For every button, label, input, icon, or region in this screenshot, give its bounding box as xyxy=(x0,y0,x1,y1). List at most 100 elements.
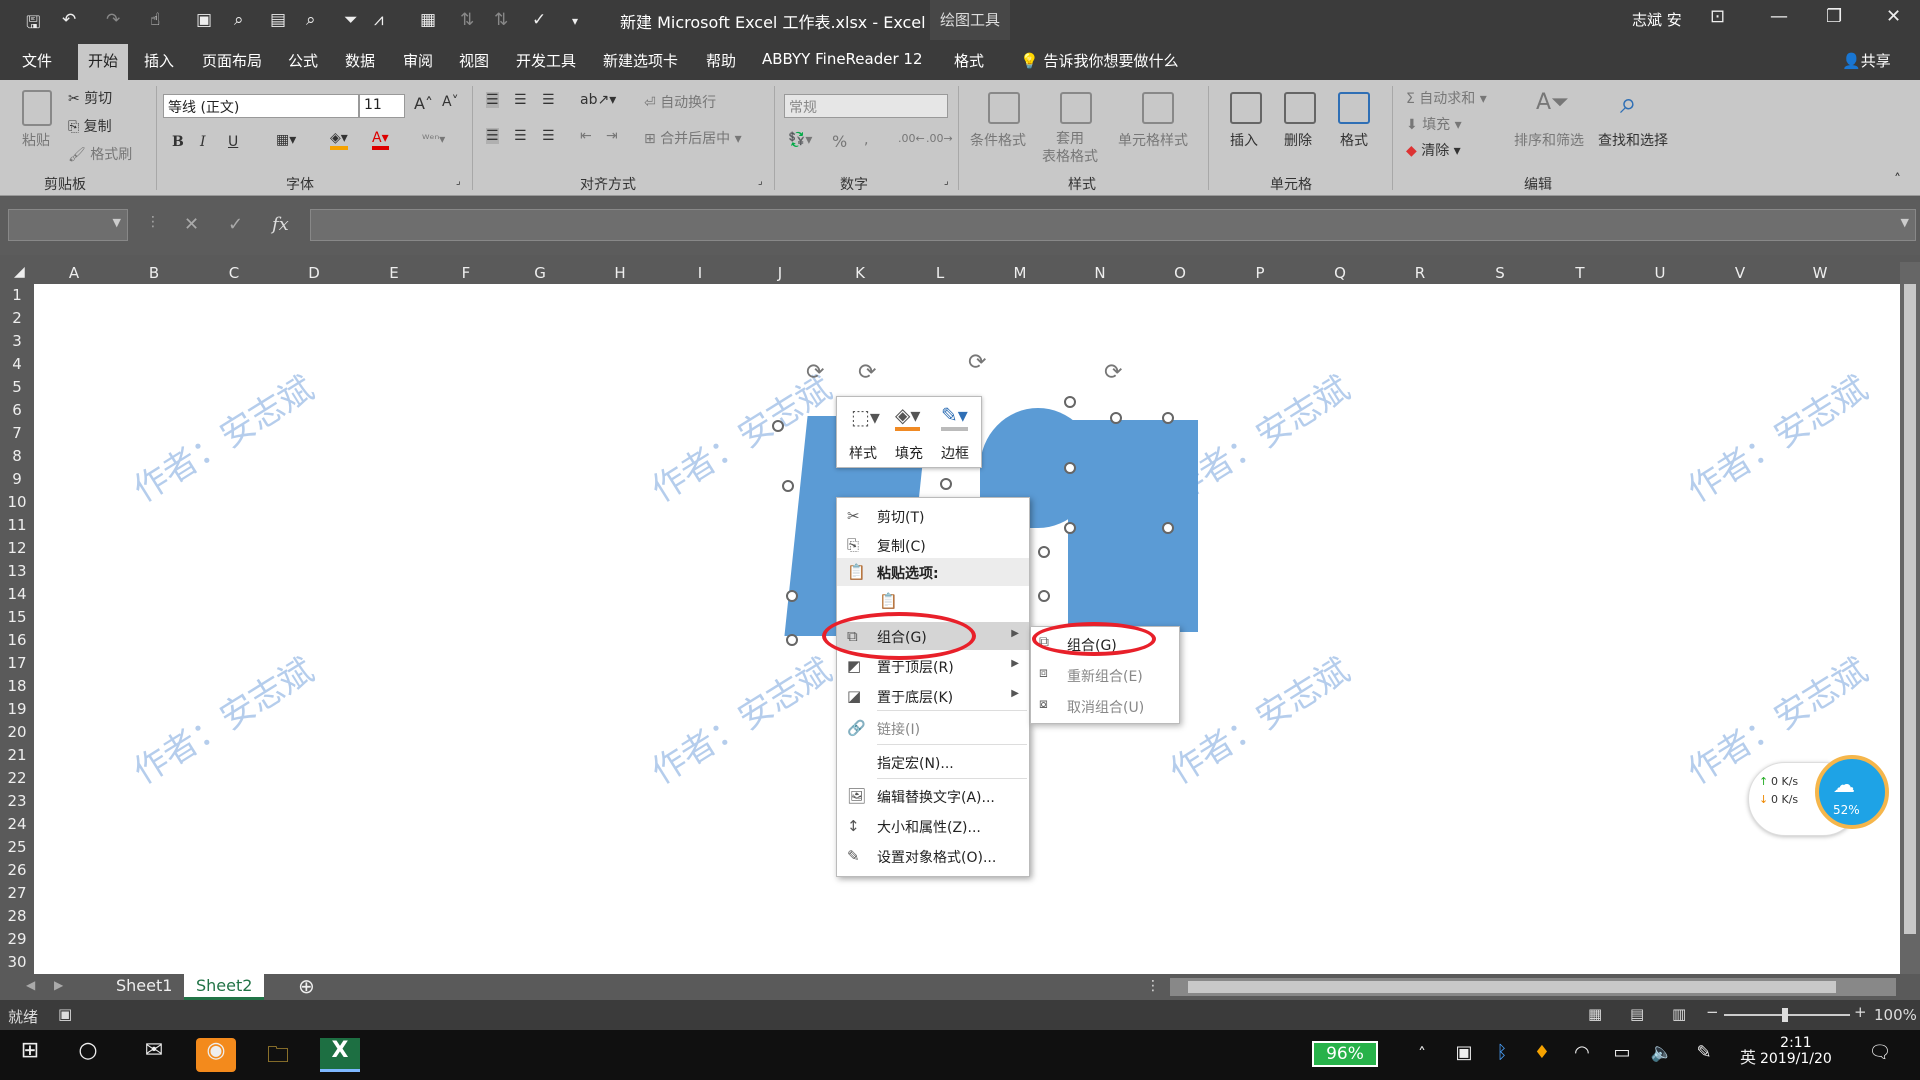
column-header[interactable]: I xyxy=(660,264,740,282)
row-header[interactable]: 19 xyxy=(0,700,34,718)
font-name-combo[interactable]: 等线 (正文) xyxy=(163,94,359,118)
ribbon-display-icon[interactable]: ⊡ xyxy=(1710,6,1725,27)
alignment-dialog-launcher[interactable]: ⌟ xyxy=(758,176,763,187)
resize-handle[interactable] xyxy=(1038,590,1050,602)
number-dialog-launcher[interactable]: ⌟ xyxy=(944,176,949,187)
border-icon[interactable]: ▦▾ xyxy=(276,132,296,148)
fill-color-icon[interactable]: ◈▾ xyxy=(330,130,348,150)
find-select-button[interactable]: 查找和选择 xyxy=(1598,130,1668,150)
column-header[interactable]: W xyxy=(1780,264,1860,282)
column-header[interactable]: D xyxy=(274,264,354,282)
sort-desc-icon[interactable]: ⇅ xyxy=(494,10,508,30)
resize-handle[interactable] xyxy=(786,634,798,646)
resize-handle[interactable] xyxy=(786,590,798,602)
row-header[interactable]: 11 xyxy=(0,516,34,534)
scroll-thumb[interactable] xyxy=(1904,284,1916,934)
rotate-handle-icon[interactable]: ⟳ xyxy=(968,350,986,375)
column-header[interactable]: K xyxy=(820,264,900,282)
column-header[interactable]: H xyxy=(580,264,660,282)
row-header[interactable]: 1 xyxy=(0,286,34,304)
row-header[interactable]: 6 xyxy=(0,401,34,419)
tab-formulas[interactable]: 公式 xyxy=(288,50,318,71)
mini-border-button[interactable]: 边框 xyxy=(941,443,969,463)
increase-indent-icon[interactable]: ⇥ xyxy=(606,128,618,144)
cell-styles-button[interactable]: 单元格样式 xyxy=(1118,130,1188,150)
zoom-icon[interactable]: ⌕ xyxy=(306,10,316,30)
print-preview-icon[interactable]: ⌕ xyxy=(234,10,244,30)
decrease-indent-icon[interactable]: ⇤ xyxy=(580,128,592,144)
row-header[interactable]: 7 xyxy=(0,424,34,442)
sort-filter-icon[interactable]: A⏷ xyxy=(1536,90,1569,115)
grow-font-icon[interactable]: A˄ xyxy=(414,94,433,113)
tab-home[interactable]: 开始 xyxy=(78,44,129,80)
row-header[interactable]: 26 xyxy=(0,861,34,879)
column-header[interactable]: U xyxy=(1620,264,1700,282)
search-icon[interactable]: ○ xyxy=(68,1038,108,1072)
add-sheet-icon[interactable]: ⊕ xyxy=(298,974,315,998)
resize-handle[interactable] xyxy=(1038,546,1050,558)
vertical-scrollbar[interactable] xyxy=(1900,262,1920,974)
format-as-table-button[interactable]: 套用 表格格式 xyxy=(1042,130,1098,166)
row-header[interactable]: 14 xyxy=(0,585,34,603)
row-header[interactable]: 13 xyxy=(0,562,34,580)
clock[interactable]: 2:11 2019/1/20 xyxy=(1760,1035,1832,1067)
restore-icon[interactable]: ❐ xyxy=(1826,6,1842,27)
tab-file[interactable]: 文件 xyxy=(22,50,52,71)
customize-qa-icon[interactable]: ▾ xyxy=(572,14,578,28)
submenu-item-regroup[interactable]: ⧈ 重新组合(E) xyxy=(1031,660,1179,690)
shape-fill-icon[interactable]: ◈▾ xyxy=(895,403,921,431)
increase-decimal-icon[interactable]: .00← xyxy=(898,132,925,145)
menu-item-format-object[interactable]: ✎ 设置对象格式(O)... xyxy=(837,842,1029,870)
insert-cells-button[interactable]: 插入 xyxy=(1230,130,1258,150)
clear-button[interactable]: ◆ 清除 ▾ xyxy=(1406,140,1461,160)
share-button[interactable]: 👤共享 xyxy=(1842,50,1891,71)
network-speed-widget[interactable]: ↑ 0 K/s ↓ 0 K/s ☁ 52% xyxy=(1748,755,1889,836)
percent-button[interactable]: % xyxy=(832,132,847,151)
row-header[interactable]: 29 xyxy=(0,930,34,948)
paste-button[interactable]: 粘贴 xyxy=(22,130,50,150)
zoom-out-icon[interactable]: − xyxy=(1706,1003,1719,1021)
resize-handle[interactable] xyxy=(1064,462,1076,474)
orientation-icon[interactable]: ab↗▾ xyxy=(580,92,616,108)
page-break-view-icon[interactable]: ▥ xyxy=(1672,1005,1686,1023)
paste-icon[interactable] xyxy=(22,90,52,126)
comma-icon[interactable]: , xyxy=(864,132,868,148)
menu-item-copy[interactable]: ⎘ 复制(C) xyxy=(837,531,1029,559)
column-header[interactable]: J xyxy=(740,264,820,282)
zoom-in-icon[interactable]: + xyxy=(1854,1003,1867,1021)
menu-item-assign-macro[interactable]: 指定宏(N)... xyxy=(837,748,1029,776)
submenu-item-ungroup[interactable]: ⧇ 取消组合(U) xyxy=(1031,691,1179,721)
format-cells-icon[interactable] xyxy=(1338,92,1370,124)
font-size-combo[interactable]: 11 xyxy=(359,94,405,118)
column-header[interactable]: A xyxy=(34,264,114,282)
font-color-icon[interactable]: A▾ xyxy=(372,130,389,150)
security-icon[interactable]: ♦ xyxy=(1522,1042,1562,1076)
resize-handle[interactable] xyxy=(782,480,794,492)
column-header[interactable]: V xyxy=(1700,264,1780,282)
currency-icon[interactable]: 💱▾ xyxy=(788,132,812,148)
column-header[interactable]: E xyxy=(354,264,434,282)
row-header[interactable]: 28 xyxy=(0,907,34,925)
touch-icon[interactable]: ☝ xyxy=(150,10,160,30)
rotate-handle-icon[interactable]: ⟳ xyxy=(858,360,876,385)
delete-cells-button[interactable]: 删除 xyxy=(1284,130,1312,150)
column-header[interactable]: Q xyxy=(1300,264,1380,282)
insert-function-button[interactable]: fx xyxy=(272,214,289,235)
app-icon[interactable]: ◉ xyxy=(196,1038,236,1072)
enter-icon[interactable]: ✓ xyxy=(228,214,243,235)
row-header[interactable]: 21 xyxy=(0,746,34,764)
resize-handle[interactable] xyxy=(1064,396,1076,408)
formula-input[interactable]: ▼ xyxy=(310,209,1916,241)
format-painter-button[interactable]: 🖌 格式刷 xyxy=(68,144,132,164)
tray-app-icon[interactable]: ▣ xyxy=(1444,1042,1484,1076)
menu-item-size-properties[interactable]: ↕ 大小和属性(Z)... xyxy=(837,812,1029,840)
rotate-handle-icon[interactable]: ⟳ xyxy=(1104,360,1122,385)
row-header[interactable]: 27 xyxy=(0,884,34,902)
tab-abbyy[interactable]: ABBYY FineReader 12 xyxy=(762,50,923,68)
macro-record-icon[interactable]: ▣ xyxy=(58,1005,72,1023)
column-header[interactable]: L xyxy=(900,264,980,282)
underline-button[interactable]: U xyxy=(228,134,238,150)
tab-insert[interactable]: 插入 xyxy=(144,50,174,71)
chart-icon[interactable]: ⩘ xyxy=(374,10,384,30)
user-name[interactable]: 志斌 安 xyxy=(1632,9,1682,30)
